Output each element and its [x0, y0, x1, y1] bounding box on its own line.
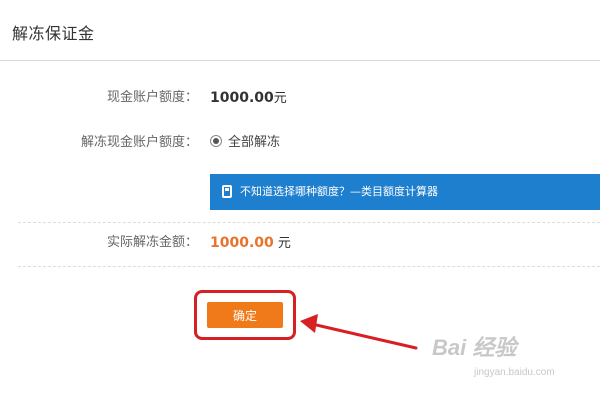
cash-limit-label: 现金账户额度：	[106, 90, 198, 105]
limit-calculator-bar[interactable]: 不知道选择哪种额度？—类目额度计算器	[210, 174, 600, 210]
pointer-arrow-icon	[300, 314, 418, 350]
unfreeze-limit-label: 解冻现金账户额度：	[80, 135, 198, 150]
actual-amount-value: 1000.00 元	[210, 231, 291, 256]
actual-amount-row: 实际解冻金额： 1000.00 元	[0, 231, 600, 255]
unfreeze-all-option[interactable]: 全部解冻	[210, 131, 280, 155]
watermark-url: jingyan.baidu.com	[474, 367, 555, 378]
cash-limit-amount: 1000.00	[210, 90, 274, 106]
cash-limit-unit: 元	[273, 91, 287, 106]
title-divider	[0, 60, 600, 61]
actual-amount-label: 实际解冻金额：	[106, 235, 198, 250]
unfreeze-limit-row: 解冻现金账户额度： 全部解冻	[0, 131, 600, 155]
cash-limit-value: 1000.00元	[210, 86, 287, 111]
watermark-logo: Bai 经验	[432, 335, 517, 360]
unfreeze-all-label: 全部解冻	[228, 135, 281, 150]
actual-amount-unit: 元	[277, 236, 291, 251]
actual-amount-number: 1000.00	[210, 235, 274, 251]
dashed-divider	[18, 266, 600, 267]
calculator-icon	[222, 184, 232, 198]
confirm-button[interactable]: 确定	[207, 302, 283, 328]
limit-calculator-link[interactable]: 不知道选择哪种额度？—类目额度计算器	[240, 185, 438, 198]
dialog-title: 解冻保证金	[12, 24, 95, 43]
unfreeze-all-radio[interactable]	[210, 135, 222, 147]
cash-limit-row: 现金账户额度： 1000.00元	[0, 86, 600, 110]
confirm-highlight: 确定	[194, 290, 296, 340]
dashed-divider	[18, 222, 600, 223]
